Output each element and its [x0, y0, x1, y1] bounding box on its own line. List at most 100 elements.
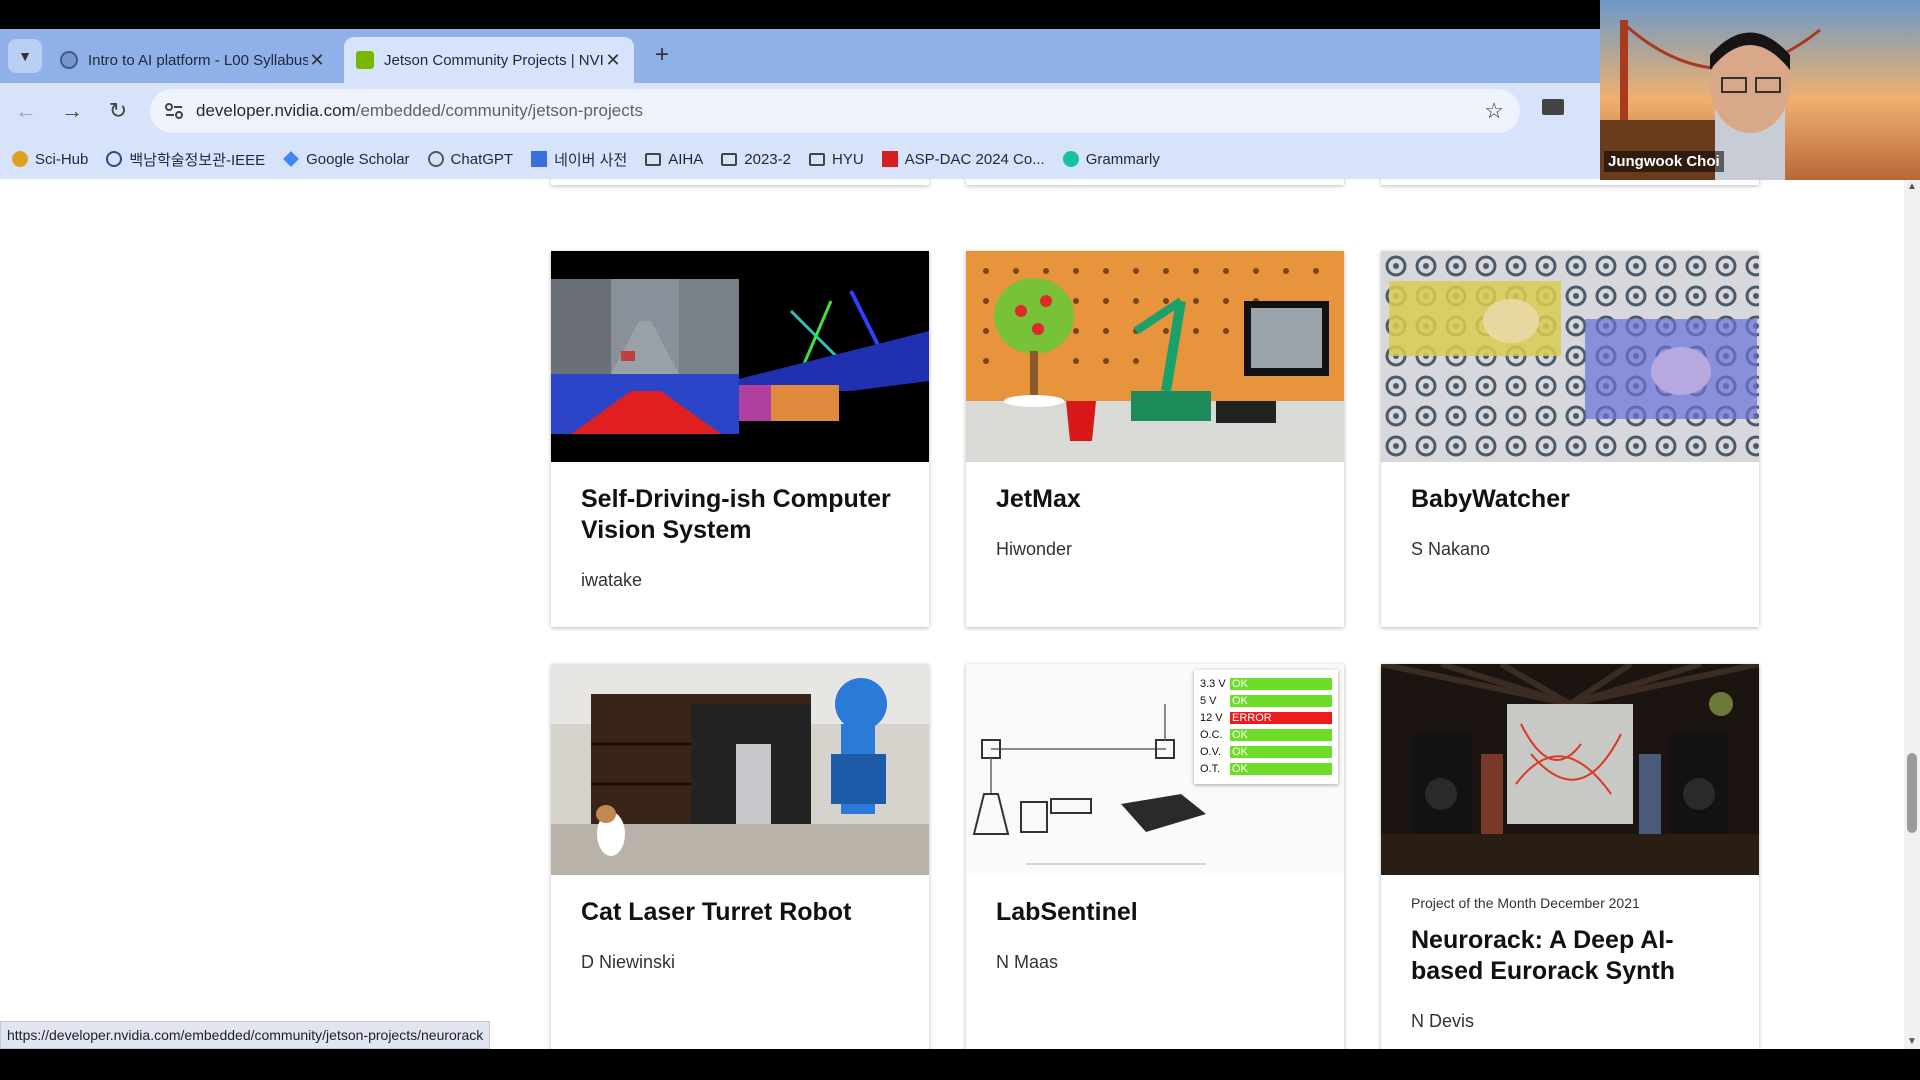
- status-panel: 3.3 V OK 5 V OK 12 V ERROR O.C. OK O.V. OK O.…: [1194, 670, 1338, 784]
- url-domain: developer.nvidia.com: [196, 101, 356, 120]
- project-thumbnail: [966, 251, 1344, 462]
- bookmark-label: HYU: [831, 150, 864, 168]
- os-bottom-bar: [0, 1049, 1920, 1080]
- folder-icon: [645, 152, 662, 166]
- status-row: O.T. OK: [1200, 761, 1332, 777]
- bookmark-asp-dac[interactable]: ASP-DAC 2024 Co...: [881, 151, 1045, 168]
- back-button[interactable]: ←: [12, 97, 40, 125]
- project-title[interactable]: LabSentinel: [996, 897, 1314, 928]
- forward-button[interactable]: →: [58, 97, 86, 125]
- bookmark-ieee[interactable]: 백남학술정보관-IEEE: [106, 149, 265, 170]
- scroll-down-icon[interactable]: ▼: [1907, 1036, 1917, 1047]
- project-author: Hiwonder: [996, 539, 1073, 559]
- project-author: N Devis: [1411, 1011, 1475, 1031]
- bookmark-naver-dict[interactable]: 네이버 사전: [531, 149, 627, 170]
- project-title[interactable]: JetMax: [996, 484, 1314, 515]
- chevron-down-icon: ▼: [18, 48, 32, 64]
- project-of-month-label: Project of the Month December 2021: [1411, 895, 1640, 911]
- neurorack-synth-image: [1381, 664, 1759, 875]
- sci-hub-icon: [12, 151, 28, 167]
- project-card-babywatcher[interactable]: BabyWatcher S Nakano: [1381, 251, 1759, 627]
- project-card-cat-laser[interactable]: Cat Laser Turret Robot D Niewinski: [551, 664, 929, 1049]
- tab-intro-ai[interactable]: Intro to AI platform - L00 Syllabus ✕: [48, 37, 338, 83]
- browser-window: ▼ Intro to AI platform - L00 Syllabus ✕ …: [0, 29, 1920, 1049]
- participant-name: Jungwook Choi: [1604, 151, 1724, 172]
- bookmark-folder-hyu[interactable]: HYU: [808, 150, 864, 168]
- status-label: O.C.: [1200, 729, 1223, 741]
- course-favicon-icon: [60, 51, 78, 69]
- project-thumbnail: [551, 664, 929, 875]
- status-label: O.T.: [1200, 763, 1221, 775]
- tab-title: Intro to AI platform - L00 Syllabus: [88, 51, 308, 69]
- page-scrollbar[interactable]: ▲ ▼: [1904, 179, 1920, 1049]
- bookmark-folder-2023-2[interactable]: 2023-2: [721, 151, 791, 168]
- mail-extension-icon[interactable]: [1542, 99, 1564, 115]
- status-row: 5 V OK: [1200, 693, 1332, 709]
- project-card-labsentinel[interactable]: 3.3 V OK 5 V OK 12 V ERROR O.C. OK O.V. OK O.…: [966, 664, 1344, 1049]
- status-label: 5 V: [1200, 695, 1217, 707]
- status-label: 3.3 V: [1200, 678, 1226, 690]
- webcam-overlay: Jungwook Choi: [1600, 0, 1920, 180]
- bookmark-chatgpt[interactable]: ChatGPT: [427, 151, 513, 168]
- bookmark-folder-aiha[interactable]: AIHA: [645, 151, 703, 168]
- tab-search-button[interactable]: ▼: [8, 39, 42, 73]
- address-bar[interactable]: developer.nvidia.com/embedded/community/…: [150, 89, 1520, 133]
- bookmark-label: Google Scholar: [306, 150, 410, 168]
- bookmark-label: Grammarly: [1085, 150, 1160, 168]
- project-thumbnail: [551, 251, 929, 462]
- status-value: ERROR: [1230, 712, 1332, 724]
- scroll-up-icon[interactable]: ▲: [1907, 181, 1917, 192]
- scrollbar-thumb[interactable]: [1907, 753, 1917, 833]
- url-text: developer.nvidia.com/embedded/community/…: [196, 89, 643, 133]
- os-top-bar: [0, 0, 1600, 29]
- tab-jetson-projects[interactable]: Jetson Community Projects | NVIDIA Devel…: [344, 37, 634, 83]
- bookmark-sci-hub[interactable]: Sci-Hub: [12, 151, 88, 168]
- cat-laser-turret-image: [551, 664, 929, 875]
- tab-title: Jetson Community Projects | NVIDIA Devel…: [384, 51, 604, 69]
- close-icon[interactable]: ✕: [308, 50, 326, 71]
- library-icon: [106, 151, 123, 167]
- close-icon[interactable]: ✕: [604, 50, 622, 71]
- folder-icon: [808, 152, 825, 166]
- project-title[interactable]: BabyWatcher: [1411, 484, 1729, 515]
- naver-dictionary-icon: [531, 151, 548, 167]
- project-thumbnail: 3.3 V OK 5 V OK 12 V ERROR O.C. OK O.V. OK O.…: [966, 664, 1344, 875]
- bookmark-star-icon[interactable]: ☆: [1484, 98, 1504, 124]
- project-author: D Niewinski: [581, 952, 676, 972]
- bookmark-google-scholar[interactable]: Google Scholar: [283, 150, 410, 168]
- grammarly-icon: [1062, 151, 1079, 167]
- bookmark-label: AIHA: [668, 150, 704, 168]
- page-content: Self-Driving-ish Computer Vision System …: [0, 179, 1920, 1049]
- card-partial: [551, 179, 929, 185]
- site-settings-icon[interactable]: [162, 99, 186, 123]
- folder-icon: [721, 152, 738, 166]
- card-partial: [966, 179, 1344, 185]
- project-author: N Maas: [996, 952, 1059, 972]
- status-value: OK: [1230, 746, 1332, 758]
- status-row: 12 V ERROR: [1200, 710, 1332, 726]
- project-card-self-driving[interactable]: Self-Driving-ish Computer Vision System …: [551, 251, 929, 627]
- bookmark-label: 2023-2: [744, 150, 791, 168]
- reload-button[interactable]: ↻: [104, 97, 132, 125]
- self-driving-image: [551, 251, 929, 462]
- google-scholar-icon: [283, 151, 300, 167]
- bookmark-label: Sci-Hub: [35, 150, 89, 168]
- project-title[interactable]: Cat Laser Turret Robot: [581, 897, 899, 928]
- status-row: O.C. OK: [1200, 727, 1332, 743]
- status-value: OK: [1230, 695, 1332, 707]
- url-path: /embedded/community/jetson-projects: [355, 101, 643, 120]
- bookmark-grammarly[interactable]: Grammarly: [1062, 150, 1160, 168]
- new-tab-button[interactable]: +: [650, 43, 674, 67]
- project-thumbnail: [1381, 664, 1759, 875]
- babywatcher-image: [1381, 251, 1759, 462]
- project-title[interactable]: Neurorack: A Deep AI-based Eurorack Synt…: [1411, 925, 1729, 987]
- status-value: OK: [1230, 729, 1332, 741]
- project-thumbnail: [1381, 251, 1759, 462]
- chatgpt-icon: [427, 151, 444, 167]
- status-value: OK: [1230, 763, 1332, 775]
- project-card-jetmax[interactable]: JetMax Hiwonder: [966, 251, 1344, 627]
- link-status-bubble: https://developer.nvidia.com/embedded/co…: [0, 1021, 491, 1049]
- project-card-neurorack[interactable]: Project of the Month December 2021 Neuro…: [1381, 664, 1759, 1049]
- project-title[interactable]: Self-Driving-ish Computer Vision System: [581, 484, 899, 546]
- status-value: OK: [1230, 678, 1332, 690]
